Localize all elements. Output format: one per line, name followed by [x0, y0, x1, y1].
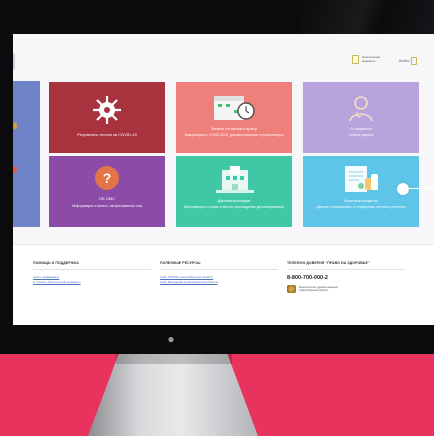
logout-label: Выйти	[399, 59, 410, 63]
hotline-phone[interactable]: 8-800-700-000-2	[287, 275, 405, 281]
tile-title: Диспансеризация	[217, 198, 251, 203]
stand-shadow	[116, 354, 232, 364]
carousel-handle[interactable]	[397, 183, 409, 195]
tile-title: О пациенте	[350, 126, 372, 131]
tile-patient[interactable]: О пациенте Личные данные	[303, 82, 419, 153]
carousel-line	[409, 188, 434, 189]
tile-appointment[interactable]: Запись на прием к врачу Вакцинация от CO…	[176, 82, 292, 153]
ehr-link[interactable]: Электронная медкарта	[352, 55, 384, 64]
tile-subtitle: Информация о сроках и местах прохождения…	[183, 205, 285, 209]
monitor-screen: Электронная медкарта Выйти ▮ ▮ Результат…	[13, 34, 434, 325]
header-edge	[13, 54, 15, 70]
sidebar-icon: ▮	[13, 121, 18, 130]
calendar-clock-icon	[214, 96, 255, 120]
tile-oms[interactable]: ? ОБ ОМС Информация о полисе, застрахова…	[49, 156, 165, 227]
footer-hotline: ТЕЛЕФОН ДОВЕРИЯ "ПРАВО НА ЗДОРОВЬЕ" 8-80…	[287, 261, 405, 293]
page-footer: ПОМОЩЬ И ПОДДЕРЖКА Часто задаваемые О пр…	[13, 244, 434, 325]
tile-covid-results[interactable]: Результаты тестов на COVID-19	[49, 82, 165, 153]
apple-logo-icon: ●	[167, 332, 175, 346]
divider	[287, 269, 405, 270]
emblem-icon	[287, 285, 296, 293]
ministry-logo: Министерство здравоохранения Новосибирск…	[287, 285, 405, 293]
tile-title: Результаты тестов на COVID-19	[77, 132, 137, 137]
footer-link[interactable]: Сайт Минздрава Новосибирской области	[160, 280, 278, 285]
ehr-label: Электронная медкарта	[362, 55, 381, 63]
tile-subtitle: Информация о полисе, застрахованных лиц	[72, 204, 142, 208]
footer-heading: ТЕЛЕФОН ДОВЕРИЯ "ПРАВО НА ЗДОРОВЬЕ"	[287, 261, 370, 265]
logout-button[interactable]: Выйти	[399, 57, 418, 65]
tile-subtitle: Данные о выписанных и отпущенных льготны…	[316, 205, 406, 209]
ministry-name: Министерство здравоохранения Новосибирск…	[299, 286, 338, 292]
tile-title: ОБ ОМС	[98, 196, 116, 201]
divider	[33, 269, 151, 270]
footer-heading: ПОЛЕЗНЫЕ РЕСУРСЫ	[160, 261, 201, 265]
footer-link[interactable]: О проекте Электронной медкарты	[33, 280, 151, 285]
footer-resources: ПОЛЕЗНЫЕ РЕСУРСЫ Сайт ТФОМС Новосибирско…	[160, 261, 278, 285]
prescription-icon	[345, 166, 378, 192]
hospital-icon	[216, 166, 254, 193]
virus-icon	[93, 96, 121, 124]
tile-title: Льготные рецепты	[343, 198, 379, 203]
sidebar-panel[interactable]: ▮ ▮	[13, 81, 40, 227]
tile-subtitle: Вакцинация от COVID-2019, диспансеризаци…	[184, 133, 284, 137]
bezel-reflection	[300, 0, 434, 36]
tile-dispensary[interactable]: Диспансеризация Информация о сроках и ме…	[176, 156, 292, 227]
footer-help: ПОМОЩЬ И ПОДДЕРЖКА Часто задаваемые О пр…	[33, 261, 151, 285]
exit-icon	[411, 57, 418, 65]
sidebar-icon: ▮	[13, 165, 18, 174]
tile-subtitle: Личные данные	[348, 133, 374, 137]
page-header: Электронная медкарта Выйти	[13, 34, 434, 82]
question-icon: ?	[95, 166, 119, 190]
doctor-icon	[349, 96, 373, 122]
tile-title: Запись на прием к врачу	[211, 126, 257, 131]
document-icon	[352, 55, 359, 64]
monitor-stand	[88, 354, 258, 436]
footer-heading: ПОМОЩЬ И ПОДДЕРЖКА	[33, 261, 79, 265]
divider	[160, 269, 278, 270]
